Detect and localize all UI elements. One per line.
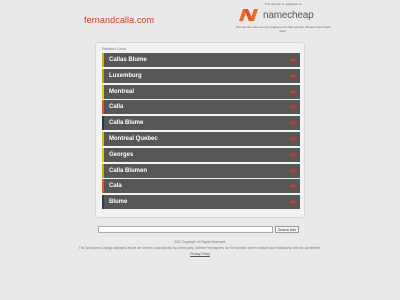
- related-link-label: Georges: [109, 151, 134, 158]
- related-links-panel: Related Links Callas Blume Luxemburg Montr…: [95, 42, 305, 218]
- namecheap-logo[interactable]: namecheap: [238, 8, 330, 22]
- related-links-list: Callas Blume Luxemburg Montreal Calla Calla …: [102, 53, 300, 211]
- related-link-label: Montreal: [109, 88, 135, 95]
- privacy-policy-link[interactable]: Privacy Policy: [190, 252, 210, 256]
- arrow-right-icon: [290, 167, 296, 174]
- related-link-label: Callas Blume: [109, 57, 147, 63]
- related-link-2[interactable]: Montreal: [102, 84, 300, 99]
- related-link-label: Calla Blumen: [109, 167, 148, 174]
- search-ads-button[interactable]: Search Ads: [275, 226, 299, 233]
- related-link-5[interactable]: Montreal Quebec: [102, 131, 300, 146]
- registrar-banner[interactable]: This domain is registered at namecheap T…: [233, 0, 333, 40]
- copyright-text: 2020 Copyright. All Rights Reserved.: [173, 240, 227, 244]
- namecheap-wordmark: namecheap: [263, 9, 314, 21]
- arrow-right-icon: [290, 151, 296, 158]
- arrow-right-icon: [290, 120, 296, 127]
- related-link-3[interactable]: Calla: [102, 100, 300, 115]
- search-input[interactable]: [98, 226, 273, 233]
- arrow-right-icon: [290, 72, 296, 79]
- related-link-7[interactable]: Calla Blumen: [102, 163, 300, 178]
- related-link-0[interactable]: Callas Blume: [102, 53, 300, 67]
- search-bar: Search Ads: [98, 226, 302, 233]
- related-link-label: Blume: [109, 199, 128, 206]
- related-link-9[interactable]: Blume: [102, 195, 300, 210]
- domain-title[interactable]: fernandcalla.com: [84, 15, 154, 25]
- arrow-right-icon: [290, 88, 296, 95]
- related-link-8[interactable]: Cala: [102, 179, 300, 194]
- related-link-label: Luxemburg: [109, 72, 142, 79]
- related-link-label: Calla: [109, 104, 124, 111]
- arrow-right-icon: [290, 199, 296, 206]
- arrow-right-icon: [290, 183, 296, 190]
- namecheap-logo-icon: [239, 9, 258, 21]
- related-link-label: Cala: [109, 183, 122, 190]
- registrar-caption: This domain is registered at: [264, 2, 302, 6]
- related-link-4[interactable]: Calla Blume: [102, 116, 300, 131]
- arrow-right-icon: [290, 135, 296, 142]
- related-link-1[interactable]: Luxemburg: [102, 68, 300, 83]
- registrar-note: This domain was recently registered at N…: [235, 25, 331, 33]
- related-links-heading: Related Links: [102, 46, 127, 51]
- arrow-right-icon: [290, 104, 296, 111]
- related-link-6[interactable]: Georges: [102, 147, 300, 162]
- parked-domain-page: fernandcalla.com This domain is register…: [0, 0, 400, 300]
- related-link-label: Calla Blume: [109, 120, 144, 127]
- related-link-label: Montreal Quebec: [109, 135, 158, 142]
- footer: 2020 Copyright. All Rights Reserved. The…: [60, 240, 340, 257]
- disclaimer-text: The Sponsored Listings displayed above a…: [78, 246, 322, 251]
- arrow-right-icon: [290, 57, 296, 63]
